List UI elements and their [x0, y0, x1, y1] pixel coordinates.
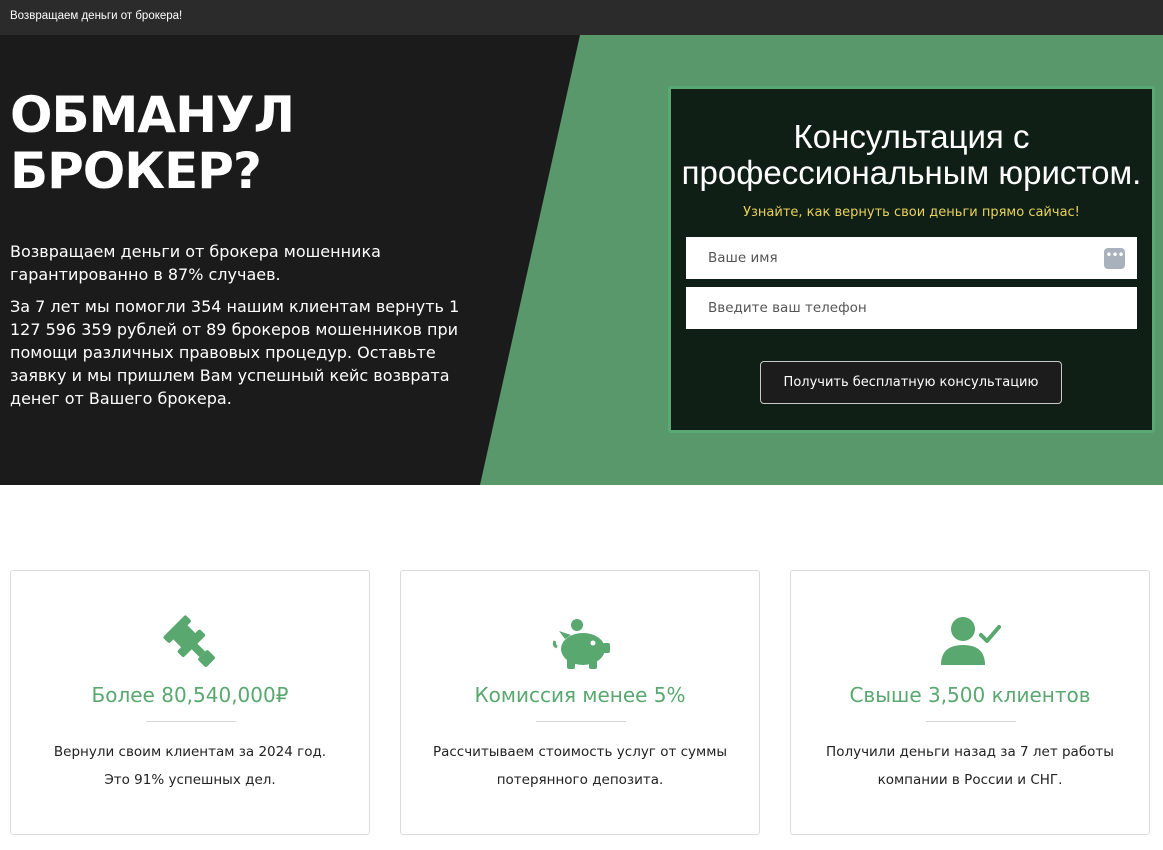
form-subtitle: Узнайте, как вернуть свои деньги прямо с… — [743, 205, 1080, 220]
hero-section: ОБМАНУЛ БРОКЕР? Возвращаем деньги от бро… — [0, 35, 1163, 485]
feature-card-clients: Свыше 3,500 клиентов Получили деньги наз… — [790, 570, 1150, 835]
autofill-dots-icon[interactable]: ••• — [1104, 248, 1125, 269]
hero-lead-text: Возвращаем деньги от брокера мошенника г… — [10, 242, 381, 284]
feature-card-commission: Комиссия менее 5% Рассчитываем стоимость… — [400, 570, 760, 835]
card-divider — [536, 721, 626, 722]
user-check-icon — [941, 617, 1001, 665]
hero-title: ОБМАНУЛ БРОКЕР? — [10, 86, 295, 200]
card-text: Рассчитываем стоимость услуг от суммы по… — [432, 744, 728, 788]
top-bar-text: Возвращаем деньги от брокера! — [10, 10, 183, 22]
top-bar: Возвращаем деньги от брокера! — [0, 0, 1163, 35]
submit-consultation-button[interactable]: Получить бесплатную консультацию — [760, 361, 1062, 404]
consultation-form: Консультация с профессиональным юристом.… — [668, 86, 1155, 433]
form-title: Консультация с профессиональным юристом. — [681, 118, 1142, 191]
phone-input[interactable] — [686, 287, 1137, 329]
card-title: Свыше 3,500 клиентов — [849, 683, 1091, 707]
name-input[interactable] — [686, 237, 1137, 279]
piggy-bank-icon — [552, 619, 610, 669]
hero-body-text: За 7 лет мы помогли 354 нашим клиентам в… — [10, 297, 460, 408]
gavel-icon — [163, 615, 215, 667]
card-title: Комиссия менее 5% — [474, 683, 686, 707]
card-divider — [146, 721, 236, 722]
card-text: Вернули своим клиентам за 2024 год. Это … — [53, 744, 327, 788]
card-title: Более 80,540,000₽ — [91, 683, 289, 707]
card-text: Получили деньги назад за 7 лет работы ко… — [826, 744, 1114, 788]
feature-card-refunds: Более 80,540,000₽ Вернули своим клиентам… — [10, 570, 370, 835]
card-divider — [926, 721, 1016, 722]
